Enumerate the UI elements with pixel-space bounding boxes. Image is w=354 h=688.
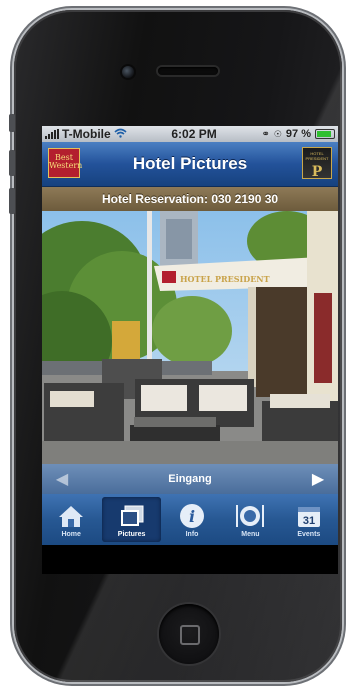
hotel-entrance-image: HOTEL PRESIDENT (42, 211, 338, 464)
tab-home[interactable]: Home (42, 494, 100, 545)
right-arrow-icon: ▶ (311, 471, 325, 488)
pictures-icon (119, 502, 145, 530)
carrier-label: T-Mobile (62, 127, 111, 141)
reservation-label: Hotel Reservation: 030 2190 30 (101, 192, 279, 206)
tab-pictures[interactable]: Pictures (102, 497, 161, 542)
photo-caption-bar: ◀ Eingang ▶ (42, 464, 338, 494)
tab-label: Home (61, 530, 81, 538)
battery-percent: 97 % (285, 128, 311, 140)
calendar-day: 31 (303, 515, 315, 527)
page-title: Hotel Pictures (132, 154, 248, 173)
home-button[interactable] (159, 604, 219, 664)
info-icon: i (179, 502, 205, 530)
tab-label: Pictures (117, 530, 146, 538)
menu-icon (235, 502, 265, 530)
tab-label: Info (185, 530, 199, 538)
volume-up-button (9, 150, 15, 176)
best-western-logo: Best Western (48, 148, 82, 178)
svg-text:i: i (189, 507, 195, 526)
tab-menu[interactable]: Menu (221, 494, 279, 545)
reservation-phone-link[interactable]: Hotel Reservation: 030 2190 30 (42, 187, 338, 211)
volume-down-button (9, 188, 15, 214)
rotation-lock-icon: ⚭ (261, 128, 270, 140)
signal-icon (45, 129, 59, 139)
next-photo-button[interactable]: ▶ (298, 464, 338, 494)
tab-label: Menu (241, 530, 260, 538)
navigation-bar: Best Western Hotel Pictures HOTEL PRESIDE… (42, 142, 338, 187)
left-arrow-icon: ◀ (55, 471, 69, 488)
app-screen: T-Mobile 6:02 PM ⚭ ☉ 97 % Best Western Ho… (42, 126, 338, 574)
battery-icon (314, 129, 335, 139)
tab-events[interactable]: 31 Events (280, 494, 338, 545)
calendar-icon: 31 (297, 502, 321, 530)
clock: 6:02 PM (171, 127, 217, 141)
earpiece-speaker (158, 67, 218, 75)
hotel-sign-text: HOTEL PRESIDENT (180, 274, 270, 284)
tab-bar: Home Pictures i Info Menu 31 Events (42, 494, 338, 545)
mute-switch (9, 114, 15, 132)
tab-label: Events (297, 530, 321, 538)
front-camera (122, 66, 134, 78)
previous-photo-button[interactable]: ◀ (42, 464, 82, 494)
photo-caption: Eingang (168, 473, 212, 485)
wifi-icon (114, 127, 127, 141)
location-icon: ☉ (273, 128, 282, 139)
status-bar: T-Mobile 6:02 PM ⚭ ☉ 97 % (42, 126, 338, 142)
hotel-photo[interactable]: HOTEL PRESIDENT (42, 211, 338, 464)
tab-info[interactable]: i Info (163, 494, 221, 545)
hotel-president-logo: HOTEL PRESIDENT P (302, 147, 332, 180)
home-icon (58, 502, 84, 530)
